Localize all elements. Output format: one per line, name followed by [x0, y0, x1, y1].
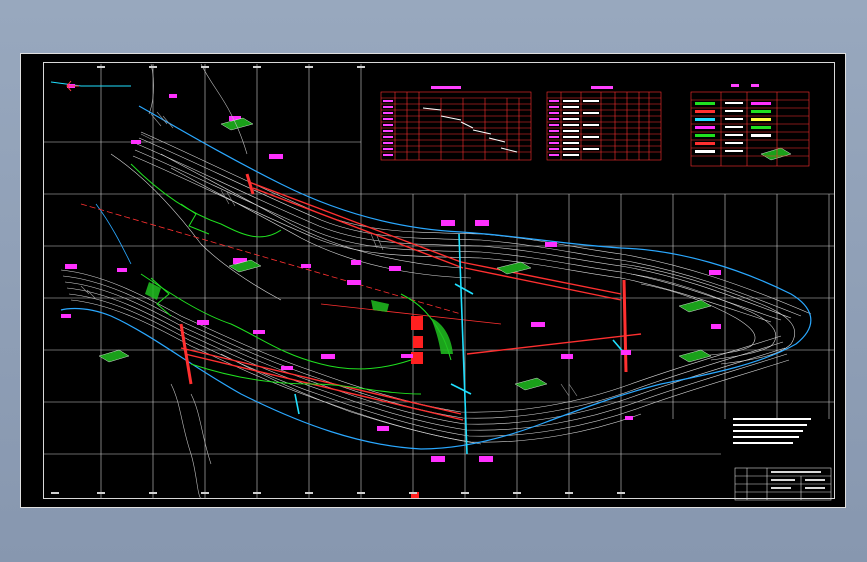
table-3-legend	[695, 84, 771, 153]
north-arrow-icon	[66, 80, 79, 92]
contour-lines	[60, 131, 812, 445]
cyan-structures	[50, 81, 626, 455]
site-boundary	[60, 105, 812, 450]
title-block-text	[771, 471, 825, 489]
site-plan-drawing	[43, 63, 835, 501]
cad-viewport	[0, 0, 867, 562]
notes-block	[733, 418, 811, 444]
coordinate-grid	[43, 64, 835, 499]
drawing-sheet	[20, 53, 846, 508]
table-1-content	[422, 107, 518, 153]
vegetation-fill	[145, 282, 453, 354]
grid-ticks	[51, 66, 625, 494]
